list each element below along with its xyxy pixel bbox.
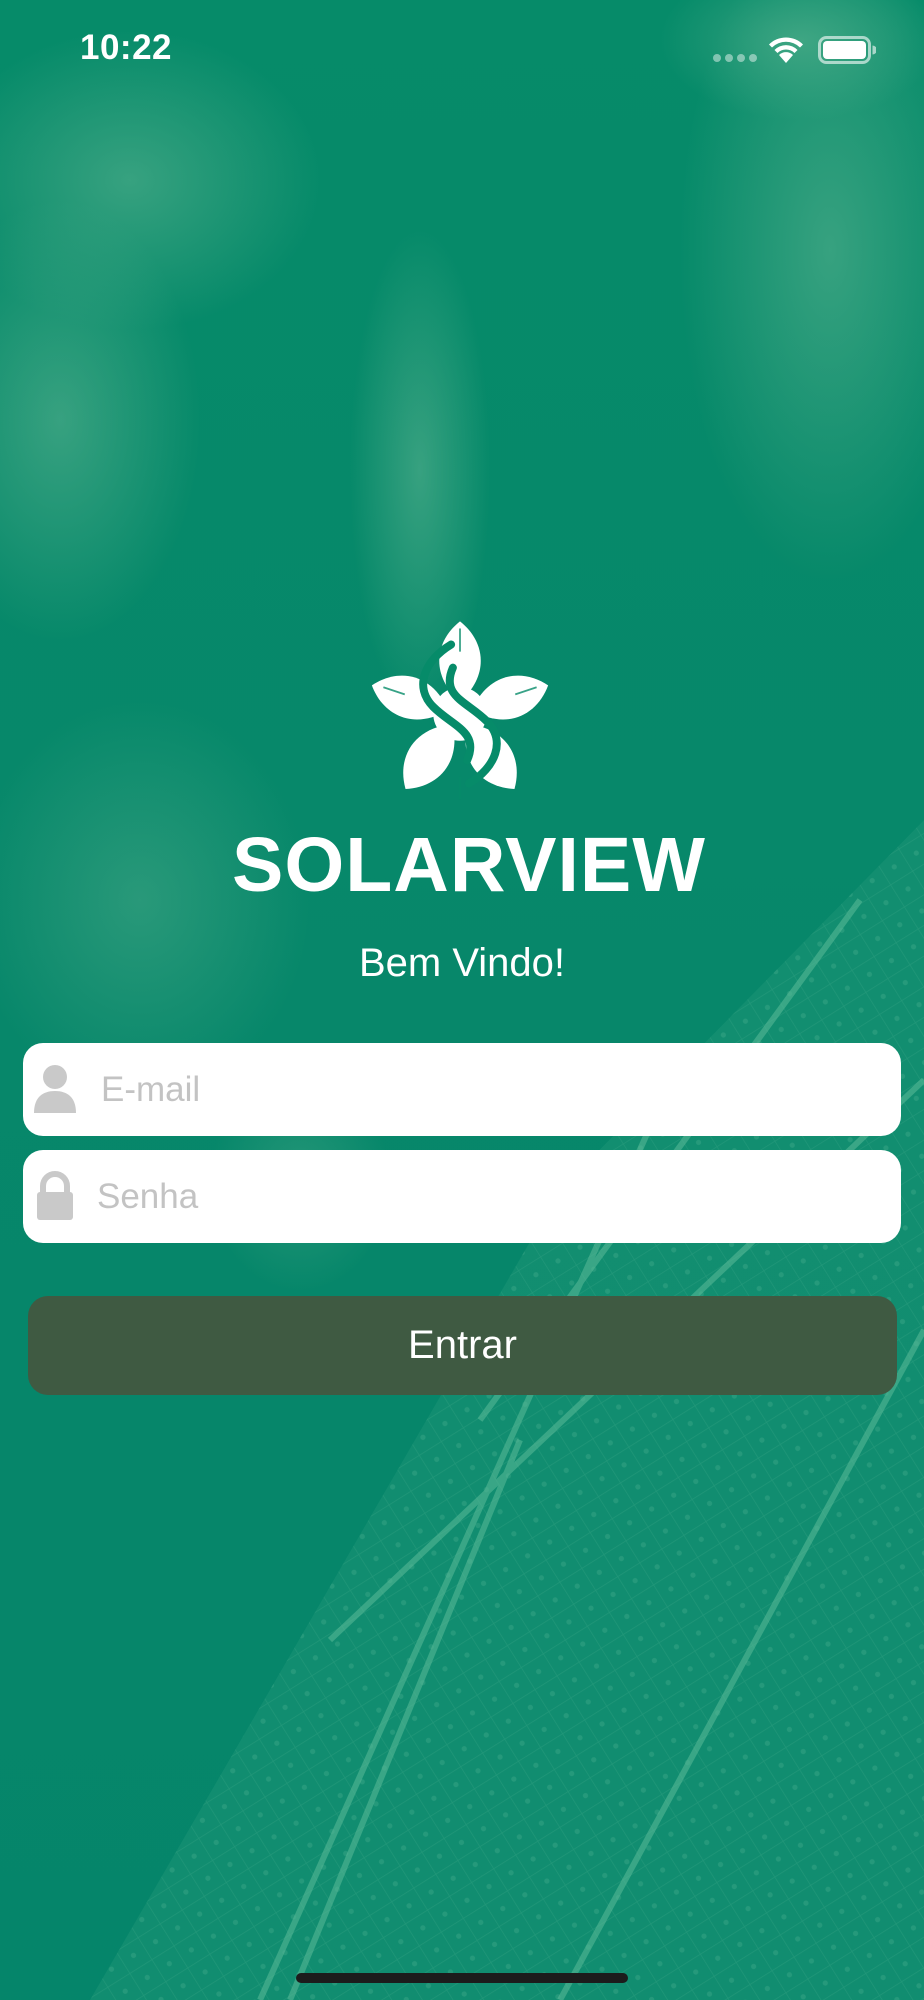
cellular-signal-icon (713, 54, 757, 62)
wifi-icon (769, 37, 803, 63)
battery-icon (818, 36, 876, 64)
welcome-text: Bem Vindo! (358, 941, 566, 985)
status-bar: 10:22 (0, 0, 924, 100)
lock-icon (37, 1171, 73, 1220)
password-input[interactable] (97, 1150, 877, 1243)
background-image (0, 0, 924, 2000)
login-screen: 10:22 SOLARVIEW Bem Vindo! E-mail Entrar (0, 0, 924, 2000)
user-icon (34, 1065, 76, 1113)
home-indicator (296, 1973, 628, 1983)
email-input[interactable] (101, 1043, 881, 1136)
email-field[interactable] (23, 1043, 901, 1136)
password-field[interactable] (23, 1150, 901, 1243)
status-time: 10:22 (80, 28, 173, 67)
solarview-flower-logo-icon (371, 621, 549, 800)
login-button[interactable]: Entrar (28, 1296, 897, 1395)
brand-name: SOLARVIEW (232, 822, 706, 908)
